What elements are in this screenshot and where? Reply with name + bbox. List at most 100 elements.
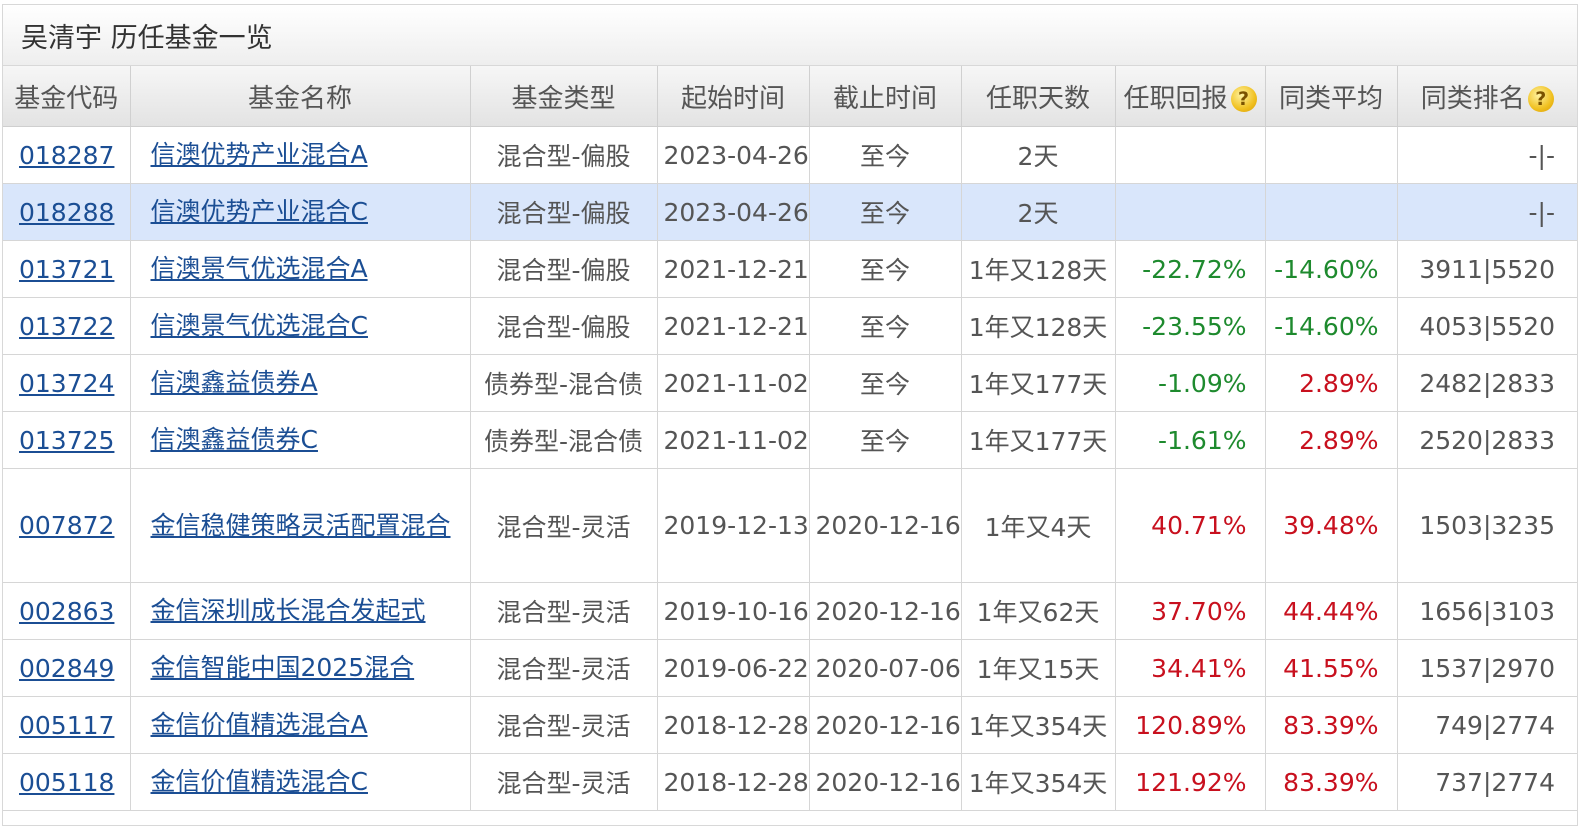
fund-code-link[interactable]: 013725	[19, 426, 114, 455]
fund-name-link[interactable]: 信澳鑫益债券A	[151, 368, 318, 397]
fund-code-cell[interactable]: 002863	[3, 582, 131, 640]
fund-code-link[interactable]: 013722	[19, 312, 114, 341]
category-rank-value: 1503|3235	[1419, 511, 1555, 540]
tenure-days-value: 1年又354天	[968, 712, 1108, 741]
fund-name-link[interactable]: 金信深圳成长混合发起式	[151, 596, 426, 625]
fund-code-link[interactable]: 013724	[19, 369, 114, 398]
fund-name-cell[interactable]: 信澳景气优选混合C	[130, 297, 471, 355]
header-rank[interactable]: 同类排名?	[1397, 66, 1577, 127]
fund-name-link[interactable]: 信澳景气优选混合C	[151, 311, 368, 340]
help-icon[interactable]: ?	[1527, 86, 1554, 112]
fund-type-value: 混合型-偏股	[496, 142, 631, 171]
table-row[interactable]: 013722 信澳景气优选混合C 混合型-偏股 2021-12-21 至今 1年又128天…	[3, 297, 1577, 355]
fund-name-link[interactable]: 金信价值精选混合C	[151, 767, 368, 796]
end-date-value: 至今	[859, 313, 910, 342]
end-date-value: 至今	[859, 427, 910, 456]
header-code[interactable]: 基金代码	[3, 66, 131, 127]
fund-name-cell[interactable]: 金信价值精选混合A	[130, 696, 471, 754]
start-date-cell: 2021-12-21	[657, 240, 810, 298]
fund-code-cell[interactable]: 013725	[3, 411, 131, 469]
fund-type-cell: 混合型-偏股	[470, 126, 658, 184]
fund-name-cell[interactable]: 信澳优势产业混合A	[130, 126, 471, 184]
tenure-days-cell: 2天	[961, 126, 1116, 184]
category-average-cell: -14.60%	[1265, 240, 1398, 298]
fund-code-cell[interactable]: 013721	[3, 240, 131, 298]
fund-name-link[interactable]: 金信稳健策略灵活配置混合	[151, 511, 451, 540]
fund-code-cell[interactable]: 018287	[3, 126, 131, 184]
end-date-cell: 至今	[809, 240, 962, 298]
fund-code-link[interactable]: 005118	[19, 768, 114, 797]
fund-code-link[interactable]: 002863	[19, 597, 114, 626]
tenure-return-cell: 34.41%	[1115, 639, 1266, 697]
tenure-return-cell: -1.61%	[1115, 411, 1266, 469]
fund-name-cell[interactable]: 信澳鑫益债券C	[130, 411, 471, 469]
table-row[interactable]: 005118 金信价值精选混合C 混合型-灵活 2018-12-28 2020-12-1…	[3, 753, 1577, 811]
category-average-value: 44.44%	[1283, 596, 1379, 626]
start-date-value: 2021-12-21	[663, 254, 809, 284]
fund-name-link[interactable]: 信澳景气优选混合A	[151, 254, 368, 283]
category-rank-cell: 1656|3103	[1397, 582, 1577, 640]
help-icon[interactable]: ?	[1230, 86, 1257, 112]
tenure-days-cell: 1年又4天	[961, 468, 1116, 583]
fund-name-cell[interactable]: 金信价值精选混合C	[130, 753, 471, 811]
table-row[interactable]: 013721 信澳景气优选混合A 混合型-偏股 2021-12-21 至今 1年又128天…	[3, 240, 1577, 298]
category-rank-cell: 737|2774	[1397, 753, 1577, 811]
start-date-value: 2021-11-02	[663, 425, 809, 455]
fund-code-cell[interactable]: 002849	[3, 639, 131, 697]
fund-name-cell[interactable]: 信澳景气优选混合A	[130, 240, 471, 298]
table-row[interactable]: 002863 金信深圳成长混合发起式 混合型-灵活 2019-10-16 2020-12…	[3, 582, 1577, 640]
table-row[interactable]: 013725 信澳鑫益债券C 债券型-混合债 2021-11-02 至今 1年又177天 -…	[3, 411, 1577, 469]
table-row[interactable]: 007872 金信稳健策略灵活配置混合 混合型-灵活 2019-12-13 2020-1…	[3, 468, 1577, 583]
fund-name-link[interactable]: 信澳优势产业混合C	[151, 197, 368, 226]
start-date-cell: 2021-12-21	[657, 297, 810, 355]
fund-type-cell: 债券型-混合债	[470, 354, 658, 412]
header-name[interactable]: 基金名称	[130, 66, 471, 127]
category-average-cell	[1265, 126, 1398, 184]
fund-name-link[interactable]: 信澳鑫益债券C	[151, 425, 318, 454]
header-avg[interactable]: 同类平均	[1265, 66, 1398, 127]
fund-code-link[interactable]: 002849	[19, 654, 114, 683]
fund-code-link[interactable]: 007872	[19, 511, 114, 540]
fund-code-cell[interactable]: 007872	[3, 468, 131, 583]
fund-type-value: 混合型-偏股	[496, 313, 631, 342]
fund-name-link[interactable]: 金信价值精选混合A	[151, 710, 368, 739]
fund-code-link[interactable]: 005117	[19, 711, 114, 740]
fund-type-cell: 混合型-灵活	[470, 582, 658, 640]
fund-code-link[interactable]: 018287	[19, 141, 114, 170]
table-row[interactable]: 018288 信澳优势产业混合C 混合型-偏股 2023-04-26 至今 2天 -|-	[3, 183, 1577, 241]
fund-code-link[interactable]: 018288	[19, 198, 114, 227]
fund-code-cell[interactable]: 013724	[3, 354, 131, 412]
fund-name-link[interactable]: 金信智能中国2025混合	[151, 653, 415, 682]
fund-code-link[interactable]: 013721	[19, 255, 114, 284]
header-days[interactable]: 任职天数	[961, 66, 1116, 127]
header-return[interactable]: 任职回报?	[1115, 66, 1266, 127]
fund-name-cell[interactable]: 金信深圳成长混合发起式	[130, 582, 471, 640]
fund-name-cell[interactable]: 金信稳健策略灵活配置混合	[130, 468, 471, 583]
tenure-return-value: 40.71%	[1151, 511, 1247, 540]
fund-code-cell[interactable]: 013722	[3, 297, 131, 355]
header-end[interactable]: 截止时间	[809, 66, 962, 127]
fund-name-cell[interactable]: 金信智能中国2025混合	[130, 639, 471, 697]
category-rank-value: 4053|5520	[1419, 311, 1555, 341]
tenure-days-value: 1年又177天	[968, 427, 1108, 456]
fund-code-cell[interactable]: 005117	[3, 696, 131, 754]
header-type[interactable]: 基金类型	[470, 66, 658, 127]
fund-name-cell[interactable]: 信澳鑫益债券A	[130, 354, 471, 412]
fund-name-link[interactable]: 信澳优势产业混合A	[151, 140, 368, 169]
table-row[interactable]: 002849 金信智能中国2025混合 混合型-灵活 2019-06-22 2020-0…	[3, 639, 1577, 697]
fund-code-cell[interactable]: 018288	[3, 183, 131, 241]
category-rank-value: 749|2774	[1435, 710, 1555, 740]
tenure-days-cell: 1年又15天	[961, 639, 1116, 697]
fund-type-value: 混合型-灵活	[496, 598, 631, 627]
category-average-cell: 83.39%	[1265, 753, 1398, 811]
header-start[interactable]: 起始时间	[657, 66, 810, 127]
tenure-days-cell: 1年又177天	[961, 354, 1116, 412]
table-row[interactable]: 013724 信澳鑫益债券A 债券型-混合债 2021-11-02 至今 1年又177天 -…	[3, 354, 1577, 412]
category-average-value: -14.60%	[1274, 311, 1379, 341]
table-row[interactable]: 005117 金信价值精选混合A 混合型-灵活 2018-12-28 2020-12-1…	[3, 696, 1577, 754]
table-row[interactable]: 018287 信澳优势产业混合A 混合型-偏股 2023-04-26 至今 2天 -|-	[3, 126, 1577, 184]
fund-code-cell[interactable]: 005118	[3, 753, 131, 811]
fund-name-cell[interactable]: 信澳优势产业混合C	[130, 183, 471, 241]
category-rank-value: 3911|5520	[1419, 254, 1555, 284]
tenure-return-value: 121.92%	[1135, 767, 1247, 797]
